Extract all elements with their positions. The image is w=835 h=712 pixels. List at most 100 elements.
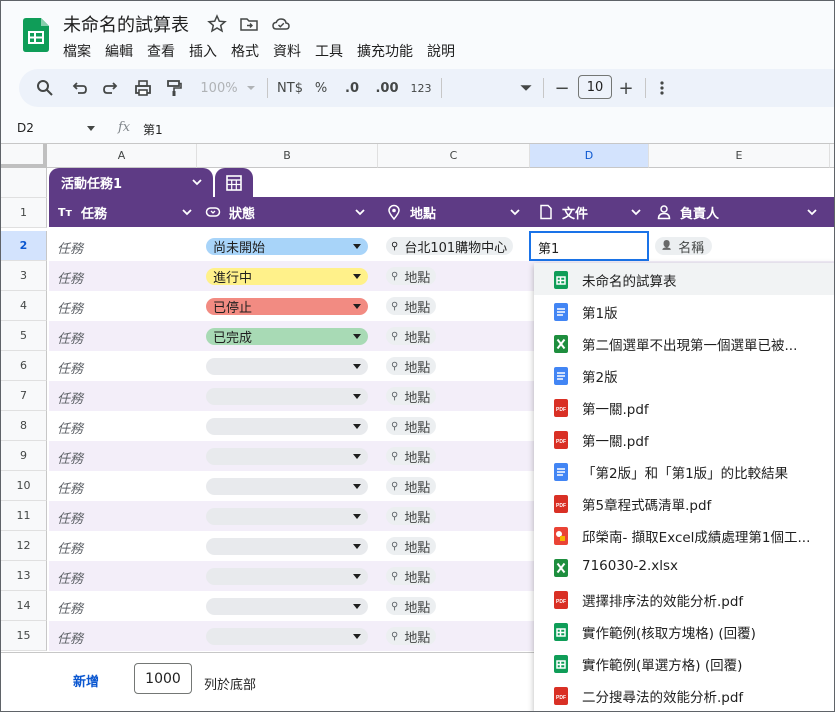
more-options-icon[interactable] [655, 77, 669, 99]
font-size-decrease-button[interactable]: − [552, 77, 572, 99]
dropdown-arrow-icon[interactable] [353, 424, 361, 429]
currency-format-button[interactable]: NT$ [275, 77, 305, 99]
row-header-14[interactable]: 14 [1, 591, 47, 621]
header-owner[interactable]: 負責人 [656, 197, 832, 227]
font-size-input[interactable]: 10 [578, 75, 612, 99]
file-suggestion-item[interactable]: PDF 二分搜尋法的效能分析.pdf [534, 679, 834, 711]
row-header-11[interactable]: 11 [1, 501, 47, 531]
chevron-down-icon[interactable] [354, 206, 366, 218]
column-header-f[interactable] [830, 144, 834, 168]
file-suggestion-item[interactable]: 「第2版」和「第1版」的比較結果 [534, 455, 834, 487]
column-header-b[interactable]: B [197, 144, 378, 168]
location-chip[interactable]: ⚲ 地點 [386, 627, 437, 646]
location-chip[interactable]: ⚲ 地點 [386, 477, 437, 496]
location-chip[interactable]: ⚲ 地點 [386, 537, 437, 556]
file-suggestion-item[interactable]: 第2版 [534, 359, 834, 391]
row-header-12[interactable]: 12 [1, 531, 47, 561]
header-location[interactable]: 地點 [386, 197, 531, 227]
menu-insert[interactable]: 插入 [189, 41, 217, 61]
status-dropdown-chip[interactable] [206, 598, 368, 615]
location-chip[interactable]: ⚲ 台北101購物中心 [386, 237, 514, 256]
dropdown-arrow-icon[interactable] [353, 514, 361, 519]
zoom-dropdown-icon[interactable] [246, 77, 256, 99]
chevron-down-icon[interactable] [181, 206, 193, 218]
file-suggestion-item[interactable]: 未命名的試算表 [534, 263, 834, 295]
status-dropdown-chip[interactable]: 已停止 [206, 298, 368, 316]
menu-data[interactable]: 資料 [273, 41, 301, 61]
location-chip[interactable]: ⚲ 地點 [386, 387, 437, 406]
task-cell[interactable]: 任務 [57, 568, 83, 587]
dropdown-arrow-icon[interactable] [353, 574, 361, 579]
row-header-3[interactable]: 3 [1, 261, 47, 291]
file-suggestion-item[interactable]: PDF 選擇排序法的效能分析.pdf [534, 583, 834, 615]
percent-format-button[interactable]: % [314, 77, 328, 99]
file-suggestion-item[interactable]: PDF 第5章程式碼清單.pdf [534, 487, 834, 519]
status-dropdown-chip[interactable] [206, 628, 368, 645]
name-box-dropdown-icon[interactable] [87, 126, 95, 131]
dropdown-arrow-icon[interactable] [353, 604, 361, 609]
file-suggestion-item[interactable]: 邱榮南- 擷取Excel成績處理第1個工... [534, 519, 834, 551]
menu-tools[interactable]: 工具 [315, 41, 343, 61]
row-header-9[interactable]: 9 [1, 441, 47, 471]
table-calc-tab[interactable] [215, 168, 253, 197]
font-size-increase-button[interactable]: + [616, 77, 636, 99]
location-chip[interactable]: ⚲ 地點 [386, 567, 437, 586]
more-formats-button[interactable]: 123 [409, 77, 433, 99]
document-title[interactable]: 未命名的試算表 [63, 11, 189, 37]
menu-edit[interactable]: 編輯 [105, 41, 133, 61]
row-header-8[interactable]: 8 [1, 411, 47, 441]
file-suggestion-item[interactable]: PDF 第一關.pdf [534, 391, 834, 423]
status-dropdown-chip[interactable]: 已完成 [206, 328, 368, 346]
file-suggestion-item[interactable]: 實作範例(核取方塊格) (回覆) [534, 615, 834, 647]
file-suggestion-item[interactable]: PDF 第一關.pdf [534, 423, 834, 455]
row-header-5[interactable]: 5 [1, 321, 47, 351]
status-dropdown-chip[interactable] [206, 568, 368, 585]
task-cell[interactable]: 任務 [57, 298, 83, 317]
dropdown-arrow-icon[interactable] [353, 634, 361, 639]
location-chip[interactable]: ⚲ 地點 [386, 507, 437, 526]
row-header-6[interactable]: 6 [1, 351, 47, 381]
status-dropdown-chip[interactable] [206, 448, 368, 465]
owner-chip[interactable]: 👤 名稱 [655, 237, 713, 256]
add-rows-button[interactable]: 新增 [73, 671, 99, 690]
menu-help[interactable]: 說明 [427, 41, 455, 61]
row-header-4[interactable]: 4 [1, 291, 47, 321]
status-dropdown-chip[interactable] [206, 418, 368, 435]
dropdown-arrow-icon[interactable] [353, 274, 361, 279]
file-suggestion-item[interactable]: 第1版 [534, 295, 834, 327]
row-header-7[interactable]: 7 [1, 381, 47, 411]
status-dropdown-chip[interactable] [206, 538, 368, 555]
menu-extensions[interactable]: 擴充功能 [357, 41, 413, 61]
dropdown-arrow-icon[interactable] [353, 244, 361, 249]
task-cell[interactable]: 任務 [57, 238, 83, 257]
dropdown-arrow-icon[interactable] [353, 454, 361, 459]
task-cell[interactable]: 任務 [57, 508, 83, 527]
chevron-down-icon[interactable] [806, 206, 818, 218]
status-dropdown-chip[interactable]: 尚未開始 [206, 238, 368, 256]
column-header-c[interactable]: C [378, 144, 530, 168]
active-cell-editor[interactable]: 第1 [529, 231, 649, 261]
task-cell[interactable]: 任務 [57, 448, 83, 467]
dropdown-arrow-icon[interactable] [353, 484, 361, 489]
row-header-2[interactable]: 2 [1, 231, 47, 261]
file-suggestion-item[interactable]: 716030-2.xlsx [534, 551, 834, 583]
add-rows-count-input[interactable]: 1000 [134, 663, 192, 694]
decrease-decimal-button[interactable]: .0 [341, 77, 363, 99]
row-header-15[interactable]: 15 [1, 621, 47, 651]
location-chip[interactable]: ⚲ 地點 [386, 357, 437, 376]
task-cell[interactable]: 任務 [57, 328, 83, 347]
redo-icon[interactable] [101, 77, 121, 99]
column-header-a[interactable]: A [47, 144, 197, 168]
search-menus-icon[interactable] [35, 77, 55, 99]
dropdown-arrow-icon[interactable] [353, 304, 361, 309]
location-chip[interactable]: ⚲ 地點 [386, 417, 437, 436]
status-dropdown-chip[interactable] [206, 358, 368, 375]
status-dropdown-chip[interactable] [206, 478, 368, 495]
select-all-corner[interactable] [1, 144, 47, 168]
task-cell[interactable]: 任務 [57, 598, 83, 617]
header-status[interactable]: 狀態 [205, 197, 375, 227]
location-chip[interactable]: ⚲ 地點 [386, 327, 437, 346]
dropdown-arrow-icon[interactable] [353, 364, 361, 369]
location-chip[interactable]: ⚲ 地點 [386, 447, 437, 466]
dropdown-arrow-icon[interactable] [353, 544, 361, 549]
